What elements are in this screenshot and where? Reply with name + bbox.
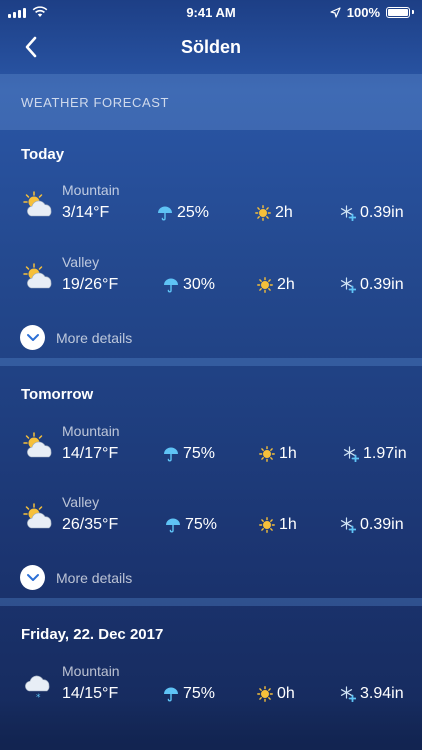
section-header: WEATHER FORECAST [0, 74, 422, 130]
zone-label: Mountain [62, 663, 120, 679]
sun-icon [255, 205, 271, 221]
more-details-label: More details [56, 329, 133, 346]
day-title-tomorrow: Tomorrow [21, 386, 94, 403]
umbrella-icon [157, 205, 173, 221]
snow-value: 0.39in [360, 276, 404, 293]
zone-label: Valley [62, 254, 100, 270]
sun-value: 1h [279, 516, 297, 533]
zone-label: Valley [62, 494, 100, 510]
snow-metric: 0.39in [340, 276, 404, 294]
sun-icon [259, 446, 275, 462]
more-details-button-tomorrow[interactable]: More details [20, 565, 132, 590]
page-title: Sölden [180, 36, 241, 57]
umbrella-icon [165, 517, 181, 533]
zone-label: Mountain [62, 423, 120, 439]
umbrella-icon [163, 277, 179, 293]
forecast-row-mountain[interactable]: Mountain 14/17°F 75% 1h 1.97in [0, 423, 422, 483]
snowflake-plus-icon [340, 517, 356, 533]
sun-value: 2h [277, 276, 295, 293]
temperature: 26/35°F [62, 516, 119, 533]
snow-value: 0.39in [360, 516, 404, 533]
sun-metric: 1h [259, 445, 297, 463]
sun-value: 2h [275, 204, 293, 221]
zone-label: Mountain [62, 182, 120, 198]
precip-metric: 30% [163, 276, 215, 294]
precip-value: 75% [185, 516, 218, 533]
status-bar: 9:41 AM 100% [0, 0, 422, 24]
precip-value: 30% [183, 276, 216, 293]
temperature: 14/17°F [62, 445, 119, 462]
snow-metric: 0.39in [340, 516, 404, 534]
partly-cloudy-icon [22, 190, 56, 220]
umbrella-icon [163, 446, 179, 462]
sun-icon [257, 277, 273, 293]
sun-icon [259, 517, 275, 533]
day-title-today: Today [21, 146, 65, 163]
snowflake-plus-icon [340, 205, 356, 221]
temperature: 3/14°F [62, 204, 110, 221]
temperature: 19/26°F [62, 276, 119, 293]
snow-metric: 0.39in [340, 204, 404, 222]
forecast-row-valley[interactable]: Valley 26/35°F 75% 1h 0.39in [0, 494, 422, 554]
chevron-down-icon [20, 325, 45, 350]
bottom-fade [0, 700, 422, 750]
partly-cloudy-icon [22, 502, 56, 532]
back-button[interactable] [18, 34, 44, 60]
day-title-friday: Friday, 22. Dec 2017 [21, 626, 164, 643]
snowflake-plus-icon [343, 446, 359, 462]
divider [0, 358, 422, 366]
snowflake-plus-icon [340, 277, 356, 293]
precip-value: 75% [183, 445, 216, 462]
snow-cloud-icon [22, 671, 56, 701]
status-time: 9:41 AM [186, 4, 236, 20]
chevron-left-icon [25, 36, 37, 58]
nav-bar: Sölden [0, 24, 422, 70]
forecast-row-valley[interactable]: Valley 19/26°F 30% 2h 0.39in [0, 254, 422, 314]
section-label: WEATHER FORECAST [21, 94, 170, 110]
precip-metric: 75% [163, 445, 215, 463]
snow-metric: 1.97in [343, 445, 407, 463]
more-details-label: More details [56, 569, 133, 586]
snow-value: 0.39in [360, 204, 404, 221]
more-details-button-today[interactable]: More details [20, 325, 132, 350]
sun-metric: 2h [257, 276, 295, 294]
sun-value: 1h [279, 445, 297, 462]
chevron-down-icon [20, 565, 45, 590]
precip-metric: 25% [157, 204, 209, 222]
sun-metric: 2h [255, 204, 293, 222]
divider [0, 598, 422, 606]
partly-cloudy-icon [22, 431, 56, 461]
precip-value: 25% [177, 204, 210, 221]
sun-metric: 1h [259, 516, 297, 534]
partly-cloudy-icon [22, 262, 56, 292]
forecast-row-mountain[interactable]: Mountain 3/14°F 25% 2h 0.39in [0, 182, 422, 242]
precip-metric: 75% [165, 516, 217, 534]
snow-value: 1.97in [363, 445, 407, 462]
